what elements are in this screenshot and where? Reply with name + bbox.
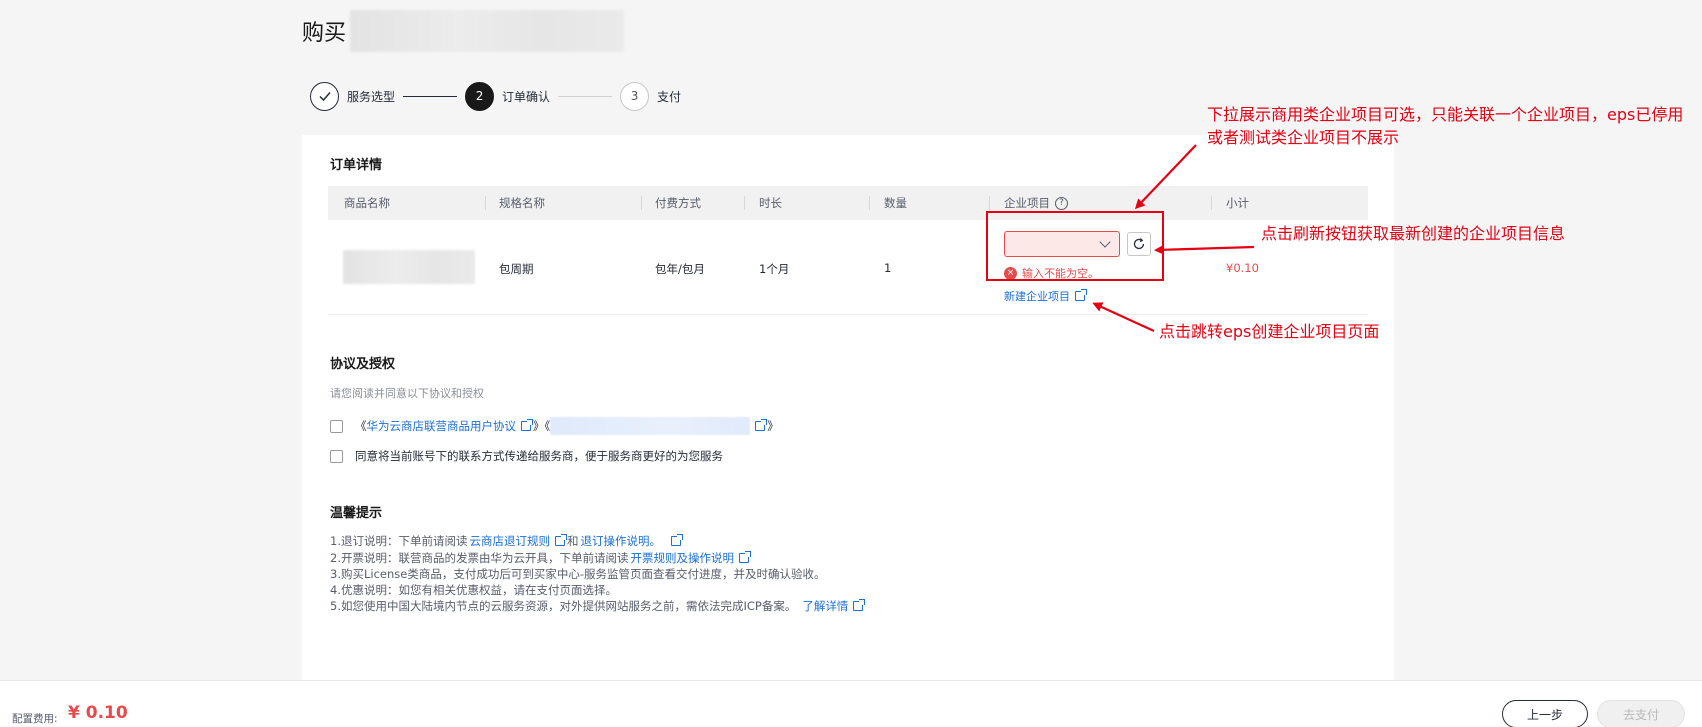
question-icon[interactable]: ? [1055, 196, 1068, 210]
agreement-checkbox-1[interactable] [330, 420, 343, 433]
product-name-redacted [350, 10, 625, 52]
pay-button[interactable]: 去支付 [1597, 700, 1685, 727]
step-indicator: 服务选型 2 订单确认 3 支付 [310, 81, 681, 111]
col-separator [485, 196, 486, 210]
tip-5-text: 5.如您使用中国大陆境内节点的云服务资源，对外提供网站服务之前，需依法完成ICP… [330, 599, 797, 613]
cell-billing: 包年/包月 [655, 262, 705, 276]
external-link-icon [1075, 289, 1087, 301]
step-3-circle: 3 [620, 81, 650, 111]
cell-duration: 1个月 [759, 262, 790, 276]
external-link-icon [738, 551, 751, 563]
external-link-icon [755, 419, 768, 431]
second-agreement-link-redacted[interactable] [550, 417, 751, 435]
unsubscribe-rules-link[interactable]: 云商店退订规则 [469, 533, 550, 549]
annotation-refresh-note: 点击刷新按钮获取最新创建的企业项目信息 [1261, 224, 1566, 243]
agreement-title: 协议及授权 [330, 357, 396, 372]
footer-bar: 配置费用: ¥ 0.10 上一步 去支付 [0, 680, 1702, 727]
tip-2: 2.开票说明：联营商品的发票由华为云开具，下单前请阅读 开票规则及操作说明 [330, 550, 751, 566]
bracket-close: 》 [767, 419, 779, 433]
tip-1-and: 和 [566, 534, 579, 548]
tip-1-text: 1.退订说明：下单前请阅读 [330, 534, 468, 548]
agreement-line-1: 《 华为云商店联营商品用户协议 》《 》 [355, 417, 779, 435]
col-separator [744, 196, 745, 210]
cell-spec: 包周期 [499, 262, 534, 276]
external-link-icon [554, 534, 567, 546]
step-1-done-icon [310, 81, 339, 111]
col-duration: 时长 [759, 196, 782, 210]
col-separator [1211, 196, 1212, 210]
step-connector [558, 95, 613, 97]
step-connector [403, 95, 458, 97]
contact-consent-text: 同意将当前账号下的联系方式传递给服务商，便于服务商更好的为您服务 [355, 449, 723, 463]
learn-more-link[interactable]: 了解详情 [802, 598, 848, 614]
annotation-dropdown-note: 下拉展示商用类企业项目可选，只能关联一个企业项目，eps已停用或者测试类企业项目… [1207, 105, 1684, 147]
agreement-subtitle: 请您阅读并同意以下协议和授权 [330, 387, 484, 400]
col-quantity: 数量 [884, 196, 907, 210]
step-2-label: 订单确认 [502, 89, 551, 104]
tip-3: 3.购买License类商品，支付成功后可到买家中心-服务监管页面查看交付进度，… [330, 567, 826, 581]
col-billing: 付费方式 [655, 196, 701, 210]
fee-value: ¥ 0.10 [68, 703, 128, 723]
new-project-link[interactable]: 新建企业项目 [1004, 288, 1087, 304]
col-subtotal: 小计 [1226, 196, 1249, 210]
col-product-name: 商品名称 [344, 196, 390, 210]
order-table-header: 商品名称 规格名称 付费方式 时长 数量 企业项目 ? 小计 [328, 186, 1368, 220]
external-link-icon [521, 419, 533, 431]
tips-title: 温馨提示 [330, 506, 383, 521]
cell-subtotal: ¥0.10 [1226, 261, 1259, 275]
fee-label: 配置费用: [12, 713, 58, 725]
step-1-label: 服务选型 [347, 89, 396, 104]
tip-1: 1.退订说明：下单前请阅读 云商店退订规则 和 退订操作说明。 [330, 533, 683, 549]
tip-4: 4.优惠说明：如您有相关优惠权益，请在支付页面选择。 [330, 583, 617, 597]
unsubscribe-guide-link[interactable]: 退订操作说明。 [580, 533, 661, 549]
col-separator [989, 196, 990, 210]
cell-quantity: 1 [884, 261, 892, 275]
bracket-mid: 》《 [533, 419, 551, 433]
annotation-highlight-box [986, 211, 1164, 281]
step-2-circle: 2 [465, 81, 495, 111]
page-header: 购买 [302, 10, 625, 52]
col-separator [641, 196, 642, 210]
bracket-open: 《 [355, 419, 367, 433]
step-3-label: 支付 [657, 89, 682, 104]
col-spec-name: 规格名称 [499, 196, 545, 210]
tip-2-text: 2.开票说明：联营商品的发票由华为云开具，下单前请阅读 [330, 551, 629, 565]
agreement-checkbox-2[interactable] [330, 450, 343, 463]
page-title: 购买 [302, 21, 347, 46]
external-link-icon [853, 599, 866, 611]
external-link-icon [670, 534, 683, 546]
row-divider [328, 314, 1368, 315]
previous-step-button[interactable]: 上一步 [1502, 700, 1588, 727]
new-project-label[interactable]: 新建企业项目 [1004, 288, 1070, 304]
user-agreement-link[interactable]: 华为云商店联营商品用户协议 [367, 418, 517, 434]
tip-5: 5.如您使用中国大陆境内节点的云服务资源，对外提供网站服务之前，需依法完成ICP… [330, 598, 866, 614]
product-name-redacted [343, 250, 475, 284]
col-separator [869, 196, 870, 210]
invoice-rules-link[interactable]: 开票规则及操作说明 [630, 550, 734, 566]
annotation-new-project-note: 点击跳转eps创建企业项目页面 [1159, 322, 1380, 341]
order-details-title: 订单详情 [330, 158, 383, 173]
